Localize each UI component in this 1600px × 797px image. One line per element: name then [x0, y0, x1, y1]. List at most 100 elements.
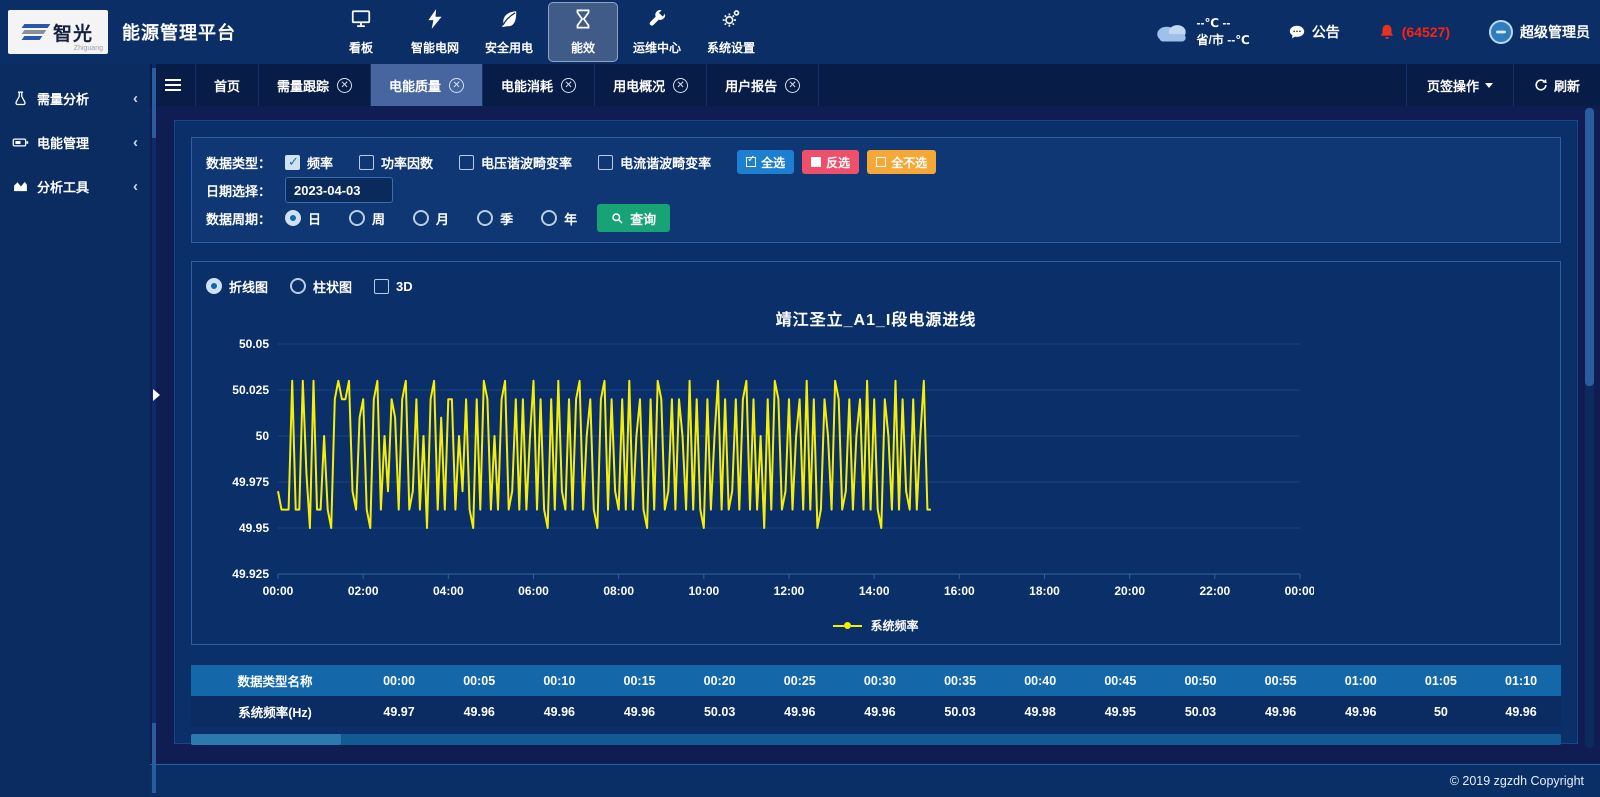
table-cell: 49.98 — [1000, 696, 1080, 727]
copyright-text: © 2019 zgzdh Copyright — [1450, 774, 1584, 788]
nav-label: 智能电网 — [411, 39, 459, 56]
tab-demand-tracking[interactable]: 需量跟踪✕ — [259, 64, 371, 106]
invert-selection-label: 反选 — [826, 154, 850, 171]
logo-text: 智光 — [53, 19, 93, 46]
flask-icon — [12, 90, 29, 107]
user-menu[interactable]: 超级管理员 — [1488, 19, 1590, 45]
radio-label: 月 — [436, 209, 449, 228]
nav-item-ops-center[interactable]: 运维中心 — [622, 2, 692, 62]
scrollbar-thumb[interactable] — [191, 734, 341, 745]
tab-close-icon[interactable]: ✕ — [673, 78, 688, 93]
filled-box-icon — [811, 157, 821, 167]
search-icon — [611, 212, 624, 225]
radio-label: 日 — [308, 209, 321, 228]
date-input[interactable] — [285, 177, 393, 203]
radio-icon — [206, 278, 222, 294]
radio-label: 周 — [372, 209, 385, 228]
svg-text:16:00: 16:00 — [944, 584, 975, 598]
refresh-button[interactable]: 刷新 — [1513, 64, 1600, 106]
table-header-cell: 00:05 — [439, 665, 519, 696]
tab-label: 电能消耗 — [501, 76, 553, 95]
menu-toggle-button[interactable] — [150, 64, 196, 106]
nav-item-safe-power[interactable]: 安全用电 — [474, 2, 544, 62]
checkbox-voltage-thd[interactable]: 电压谐波畸变率 — [459, 153, 572, 172]
checkbox-3d[interactable]: 3D — [374, 279, 413, 294]
checkbox-frequency[interactable]: 频率 — [285, 153, 333, 172]
nav-item-system-settings[interactable]: 系统设置 — [696, 2, 766, 62]
nav-item-smart-grid[interactable]: 智能电网 — [400, 2, 470, 62]
tab-close-icon[interactable]: ✕ — [337, 78, 352, 93]
sidebar-item-energy-management[interactable]: 电能管理‹ — [0, 120, 150, 164]
nav-item-energy-efficiency[interactable]: 能效 — [548, 2, 618, 62]
svg-text:14:00: 14:00 — [859, 584, 890, 598]
table-header-row: 数据类型名称00:0000:0500:1000:1500:2000:2500:3… — [191, 665, 1561, 696]
sidebar-item-demand-analysis[interactable]: 需量分析‹ — [0, 76, 150, 120]
tab-power-quality[interactable]: 电能质量✕ — [371, 64, 483, 106]
chart-legend[interactable]: 系统频率 — [206, 617, 1546, 634]
radio-bar-chart[interactable]: 柱状图 — [290, 277, 352, 296]
table-cell: 49.96 — [599, 696, 679, 727]
query-button[interactable]: 查询 — [597, 204, 670, 232]
radio-icon — [290, 278, 306, 294]
notification-button[interactable]: (64527) — [1378, 23, 1450, 41]
hamburger-icon — [165, 76, 181, 94]
table-row: 系统频率(Hz)49.9749.9649.9649.9650.0349.9649… — [191, 696, 1561, 727]
frequency-line-chart[interactable]: 50.0550.0255049.97549.9549.92500:0002:00… — [206, 332, 1314, 612]
select-none-button[interactable]: 全不选 — [867, 150, 936, 174]
nav-label: 系统设置 — [707, 39, 755, 56]
monitor-icon — [350, 8, 372, 35]
nav-item-dashboard[interactable]: 看板 — [326, 2, 396, 62]
invert-selection-button[interactable]: 反选 — [802, 150, 859, 174]
tab-close-icon[interactable]: ✕ — [449, 78, 464, 93]
period-radio-group: 日周月季年 — [285, 209, 577, 228]
select-all-button[interactable]: 全选 — [737, 150, 794, 174]
announcement-button[interactable]: 公告 — [1288, 22, 1340, 42]
table-cell: 50.03 — [680, 696, 760, 727]
radio-line-chart[interactable]: 折线图 — [206, 277, 268, 296]
radio-label: 季 — [500, 209, 513, 228]
bell-icon — [1378, 23, 1396, 41]
svg-text:50: 50 — [256, 429, 270, 443]
tab-bar: 首页需量跟踪✕电能质量✕电能消耗✕用电概况✕用户报告✕ 页签操作 刷新 — [150, 64, 1600, 106]
tab-energy-consumption[interactable]: 电能消耗 ✕ — [483, 64, 595, 106]
tab-home[interactable]: 首页 — [196, 64, 259, 106]
hourglass-icon — [572, 8, 594, 35]
sidebar-item-analysis-tools[interactable]: 分析工具‹ — [0, 164, 150, 208]
tab-close-icon[interactable]: ✕ — [785, 78, 800, 93]
checkbox-power-factor[interactable]: 功率因数 — [359, 153, 433, 172]
option-label: 折线图 — [229, 277, 268, 296]
radio-period-week[interactable]: 周 — [349, 209, 385, 228]
svg-text:10:00: 10:00 — [688, 584, 719, 598]
radio-label: 年 — [564, 209, 577, 228]
tab-power-overview[interactable]: 用电概况✕ — [595, 64, 707, 106]
table-cell: 50.03 — [920, 696, 1000, 727]
legend-label: 系统频率 — [870, 617, 918, 634]
legend-marker-icon — [833, 622, 862, 629]
radio-period-day[interactable]: 日 — [285, 209, 321, 228]
radio-period-month[interactable]: 月 — [413, 209, 449, 228]
data-period-label: 数据周期： — [206, 209, 271, 228]
tab-close-icon[interactable]: ✕ — [561, 78, 576, 93]
table-horizontal-scrollbar[interactable] — [191, 734, 1561, 745]
main-nav: 看板智能电网安全用电能效运维中心系统设置 — [326, 0, 766, 64]
sidebar-collapse-handle[interactable] — [152, 382, 161, 408]
vscrollbar-thumb[interactable] — [1585, 108, 1594, 386]
sidebar-splitter[interactable] — [152, 64, 156, 797]
tab-user-report[interactable]: 用户报告✕ — [707, 64, 819, 106]
radio-period-year[interactable]: 年 — [541, 209, 577, 228]
radio-period-quarter[interactable]: 季 — [477, 209, 513, 228]
radio-icon — [477, 210, 493, 226]
sidebar-item-label: 分析工具 — [37, 177, 89, 196]
data-table: 数据类型名称00:0000:0500:1000:1500:2000:2500:3… — [191, 665, 1561, 745]
checkbox-current-thd[interactable]: 电流谐波畸变率 — [598, 153, 711, 172]
content-vertical-scrollbar[interactable] — [1585, 108, 1594, 748]
arrow-right-icon — [153, 389, 160, 401]
svg-text:06:00: 06:00 — [518, 584, 549, 598]
data-type-label: 数据类型： — [206, 153, 271, 172]
table-header-cell: 01:00 — [1321, 665, 1401, 696]
empty-box-icon — [876, 157, 886, 167]
table-header-cell: 00:25 — [760, 665, 840, 696]
area-chart-icon — [12, 178, 29, 195]
tab-actions-dropdown[interactable]: 页签操作 — [1406, 64, 1513, 106]
tab-actions-label: 页签操作 — [1427, 76, 1479, 95]
